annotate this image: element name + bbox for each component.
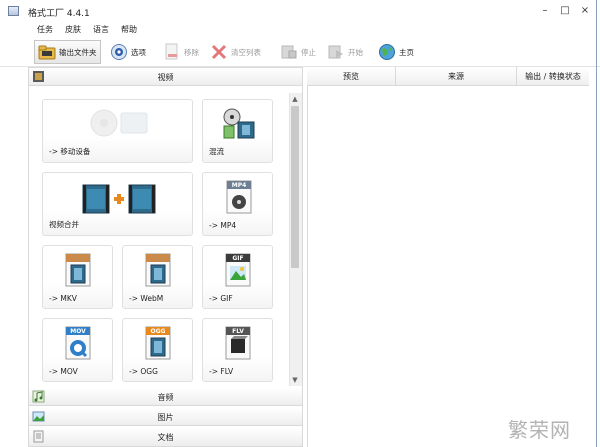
- options-gear-icon: [110, 43, 128, 61]
- tile-mkv-label: -> MKV: [49, 294, 77, 303]
- column-source[interactable]: 来源: [396, 71, 516, 82]
- start-icon: [327, 43, 345, 61]
- tile-video-merge[interactable]: 视频合并: [42, 172, 193, 236]
- ogg-file-icon: OGG: [143, 325, 173, 361]
- remove-label: 移除: [184, 47, 199, 57]
- menu-language[interactable]: 语言: [93, 24, 109, 35]
- clear-x-icon: [210, 43, 228, 61]
- menu-help[interactable]: 帮助: [121, 24, 137, 35]
- remove-doc-icon: [163, 43, 181, 61]
- tile-gif-label: -> GIF: [209, 294, 233, 303]
- start-label: 开始: [348, 47, 363, 57]
- clear-list-label: 清空列表: [231, 47, 261, 57]
- mix-stream-icon: [221, 108, 257, 142]
- tile-webm-label: -> WebM: [129, 294, 164, 303]
- menu-bar: [0, 22, 600, 37]
- clear-list-button[interactable]: 清空列表: [210, 41, 261, 63]
- mov-file-icon: MOV: [63, 325, 93, 363]
- menu-skin[interactable]: 皮肤: [65, 24, 81, 35]
- task-table-header: 预览 来源 输出 / 转换状态: [307, 67, 589, 86]
- tile-mkv[interactable]: -> MKV: [42, 245, 113, 309]
- mobile-device-icon: [87, 108, 151, 138]
- mp4-badge: MP4: [231, 182, 247, 189]
- gif-badge: GIF: [232, 255, 244, 262]
- title-bar: [0, 0, 600, 22]
- watermark: 繁荣网: [508, 418, 571, 442]
- tile-webm[interactable]: -> WebM: [122, 245, 193, 309]
- category-video[interactable]: 视频: [29, 68, 302, 86]
- tile-mix[interactable]: 混流: [202, 99, 273, 163]
- minimize-button[interactable]: –: [536, 3, 554, 19]
- output-folder-label: 输出文件夹: [59, 47, 97, 57]
- category-document-label: 文档: [157, 433, 174, 442]
- task-list-panel[interactable]: [307, 67, 590, 447]
- stop-label: 停止: [301, 47, 316, 57]
- flv-file-icon: FLV: [223, 325, 253, 361]
- ogg-badge: OGG: [150, 328, 166, 335]
- mp4-file-icon: MP4: [225, 179, 253, 215]
- category-document[interactable]: 文档: [29, 428, 302, 446]
- tile-ogg[interactable]: OGG -> OGG: [122, 318, 193, 382]
- column-preview[interactable]: 预览: [307, 71, 395, 82]
- maximize-button[interactable]: □: [556, 3, 574, 19]
- tile-mobile-device-label: -> 移动设备: [49, 147, 91, 156]
- close-button[interactable]: ×: [576, 3, 594, 19]
- app-icon: [8, 6, 19, 16]
- tile-gif[interactable]: GIF -> GIF: [202, 245, 273, 309]
- gif-file-icon: GIF: [223, 252, 253, 288]
- category-image-label: 图片: [157, 413, 174, 422]
- video-merge-icon: [81, 183, 157, 215]
- scroll-up-arrow-icon[interactable]: ▲: [289, 93, 301, 105]
- home-label: 主页: [399, 47, 414, 57]
- column-output-status[interactable]: 输出 / 转换状态: [517, 71, 589, 82]
- tile-mix-label: 混流: [209, 147, 224, 156]
- folder-icon: [38, 43, 56, 61]
- category-audio-label: 音频: [157, 393, 174, 402]
- output-folder-button[interactable]: 输出文件夹: [34, 40, 101, 64]
- category-video-label: 视频: [157, 73, 174, 82]
- scroll-down-arrow-icon[interactable]: ▼: [289, 374, 301, 386]
- tile-ogg-label: -> OGG: [129, 367, 158, 376]
- tile-flv-label: -> FLV: [209, 367, 234, 376]
- webm-file-icon: [143, 252, 173, 288]
- home-globe-icon: [378, 43, 396, 61]
- tile-flv[interactable]: FLV -> FLV: [202, 318, 273, 382]
- flv-badge: FLV: [232, 328, 244, 335]
- window-edge: [596, 0, 597, 447]
- tile-mov-label: -> MOV: [49, 367, 78, 376]
- tile-mov[interactable]: MOV -> MOV: [42, 318, 113, 382]
- tile-mp4[interactable]: MP4 -> MP4: [202, 172, 273, 236]
- options-button[interactable]: 选项: [110, 41, 146, 63]
- stop-icon: [280, 43, 298, 61]
- scroll-thumb[interactable]: [291, 106, 299, 268]
- start-button[interactable]: 开始: [327, 41, 363, 63]
- tile-video-merge-label: 视频合并: [49, 220, 79, 229]
- menu-task[interactable]: 任务: [37, 24, 53, 35]
- tile-mp4-label: -> MP4: [209, 221, 237, 230]
- mov-badge: MOV: [70, 328, 86, 335]
- video-function-grid: -> 移动设备 混流 视频合并 MP4 -> MP4 -> MKV -> Web…: [29, 86, 287, 386]
- window-title: 格式工厂 4.4.1: [28, 9, 90, 19]
- category-audio[interactable]: 音频: [29, 388, 302, 406]
- category-image[interactable]: 图片: [29, 408, 302, 426]
- remove-button[interactable]: 移除: [163, 41, 199, 63]
- stop-button[interactable]: 停止: [280, 41, 316, 63]
- tile-mobile-device[interactable]: -> 移动设备: [42, 99, 193, 163]
- options-label: 选项: [131, 47, 146, 57]
- home-button[interactable]: 主页: [378, 41, 414, 63]
- mkv-file-icon: [63, 252, 93, 288]
